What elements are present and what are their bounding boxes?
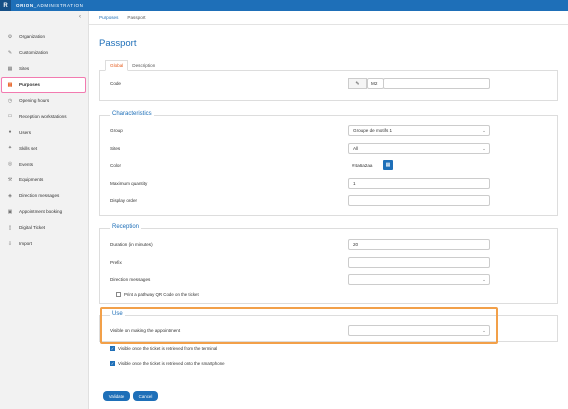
sidebar-item-digital-ticket[interactable]: ▯ Digital Ticket	[0, 220, 89, 236]
sites-select[interactable]: All ⌄	[348, 143, 490, 154]
qr-code-checkbox-row[interactable]: Print a pathway QR Code on the ticket	[116, 292, 199, 297]
sidebar: ‹ ⚙ Organization ✎ Customization ▦ Sites ▤ P…	[0, 11, 89, 409]
sidebar-item-label: Purposes	[19, 82, 40, 88]
collapse-sidebar-icon[interactable]: ‹	[79, 14, 81, 20]
sidebar-item-label: Opening hours	[19, 98, 50, 103]
display-order-input[interactable]	[348, 195, 490, 206]
direction-icon: ◈	[8, 192, 12, 199]
sidebar-item-label: Sites	[19, 66, 30, 72]
reception-title: Reception	[110, 224, 142, 230]
breadcrumb-current: Passport	[127, 15, 146, 20]
qr-code-checkbox[interactable]	[116, 292, 121, 297]
edit-code-pencil-icon[interactable]: ✎	[348, 78, 367, 89]
sidebar-item-purposes[interactable]: ▤ Purposes	[1, 76, 86, 93]
sidebar-menu: ⚙ Organization ✎ Customization ▦ Sites ▤ Pur…	[0, 29, 89, 251]
sidebar-item-label: Reception workstations	[19, 113, 67, 119]
breadcrumb-purposes-link[interactable]: Purposes	[99, 15, 118, 20]
prefix-label: Prefix	[110, 260, 122, 265]
sidebar-item-label: Import	[19, 241, 33, 247]
group-select-value: Groupe de motifs 1	[353, 128, 393, 133]
sidebar-item-label: Appointment booking	[19, 209, 63, 215]
smartphone-checkbox[interactable]: ✓	[110, 361, 115, 366]
ticket-icon: ▯	[8, 224, 12, 231]
max-quantity-label: Maximum quantity	[110, 181, 148, 186]
color-label: Color	[110, 163, 121, 168]
sidebar-item-label: Equipments	[19, 177, 44, 183]
color-picker-swatch[interactable]: ▦	[383, 160, 393, 170]
sidebar-item-equipments[interactable]: ⚒ Equipments	[0, 172, 89, 188]
sidebar-item-direction-messages[interactable]: ◈ Direction messages	[0, 188, 89, 204]
user-icon: ●	[8, 129, 12, 136]
logo-icon: R	[0, 0, 11, 11]
sidebar-item-label: Skills set	[19, 145, 38, 151]
code-input[interactable]	[383, 78, 490, 89]
events-icon: ◎	[7, 161, 13, 168]
sidebar-item-label: Organization	[19, 34, 46, 40]
app-brand: ORION_ADMINISTRATION	[16, 3, 83, 8]
pencil-icon: ✎	[7, 49, 13, 56]
sidebar-item-appointment-booking[interactable]: ▣ Appointment booking	[0, 204, 89, 220]
brand-sub: ADMINISTRATION	[36, 3, 84, 8]
tab-global[interactable]: Global	[105, 60, 129, 71]
prefix-input[interactable]	[348, 257, 490, 268]
group-select[interactable]: Groupe de motifs 1 ⌄	[348, 125, 490, 136]
validate-button[interactable]: Validate	[103, 391, 130, 401]
gear-icon: ⚙	[7, 33, 13, 40]
breadcrumb: Purposes Passport	[89, 11, 568, 25]
terminal-checkbox-row[interactable]: ✓ Visible once the ticket is retrieved fr…	[110, 346, 217, 351]
sidebar-item-users[interactable]: ● Users	[0, 124, 89, 140]
terminal-checkbox[interactable]: ✓	[110, 346, 115, 351]
top-bar: R ORION_ADMINISTRATION	[0, 0, 568, 11]
direction-messages-select[interactable]: ⌄	[348, 274, 490, 285]
sidebar-item-import[interactable]: ⇩ Import	[0, 236, 89, 252]
duration-input[interactable]: 20	[348, 239, 490, 250]
color-value: #4a6a2aa	[352, 163, 373, 168]
direction-messages-label: Direction messages	[110, 277, 151, 282]
smartphone-checkbox-label: Visible once the ticket is retrieved ont…	[118, 361, 225, 366]
max-quantity-input[interactable]: 1	[348, 178, 490, 189]
skills-icon: ✦	[7, 145, 13, 152]
smartphone-checkbox-row[interactable]: ✓ Visible once the ticket is retrieved on…	[110, 361, 225, 366]
sidebar-item-label: Customization	[19, 50, 49, 56]
sidebar-item-sites[interactable]: ▦ Sites	[0, 61, 89, 77]
sites-select-value: All	[353, 146, 359, 151]
sidebar-item-label: Direction messages	[19, 193, 60, 199]
sidebar-item-reception-workstations[interactable]: ▭ Reception workstations	[0, 108, 89, 124]
calendar-icon: ▣	[7, 208, 13, 215]
sidebar-item-label: Digital Ticket	[19, 225, 46, 231]
sidebar-item-skills-set[interactable]: ✦ Skills set	[0, 140, 89, 156]
sidebar-item-label: Events	[19, 161, 34, 167]
chevron-down-icon: ⌄	[482, 277, 486, 282]
brand-main: ORION	[16, 3, 34, 8]
duration-label: Duration (in minutes)	[110, 242, 153, 247]
tab-bar: Global Description	[105, 60, 159, 71]
terminal-checkbox-label: Visible once the ticket is retrieved fro…	[118, 346, 218, 351]
highlight-box	[100, 307, 498, 344]
sidebar-item-organization[interactable]: ⚙ Organization	[0, 29, 89, 45]
sidebar-item-label: Users	[19, 129, 31, 135]
chevron-down-icon: ⌄	[482, 146, 486, 151]
clock-icon: ◷	[7, 97, 13, 104]
equipment-icon: ⚒	[7, 176, 13, 183]
import-icon: ⇩	[7, 240, 13, 247]
display-order-label: Display order	[110, 198, 138, 203]
characteristics-title: Characteristics	[110, 111, 154, 117]
sidebar-item-customization[interactable]: ✎ Customization	[0, 45, 89, 61]
qr-code-checkbox-label: Print a pathway QR Code on the ticket	[124, 292, 199, 297]
cancel-button[interactable]: Cancel	[133, 391, 158, 401]
page-title: Passport	[99, 38, 137, 49]
building-icon: ▦	[7, 65, 13, 72]
clipboard-icon: ▤	[7, 81, 13, 88]
monitor-icon: ▭	[7, 113, 13, 120]
group-label: Group	[110, 128, 123, 133]
tab-description[interactable]: Description	[128, 60, 159, 71]
chevron-down-icon: ⌄	[482, 128, 486, 133]
sidebar-item-opening-hours[interactable]: ◷ Opening hours	[0, 93, 89, 109]
code-label: Code	[110, 81, 121, 86]
sidebar-item-events[interactable]: ◎ Events	[0, 156, 89, 172]
sites-label: Sites	[110, 146, 121, 151]
code-prefix-field[interactable]: M2	[367, 78, 384, 89]
